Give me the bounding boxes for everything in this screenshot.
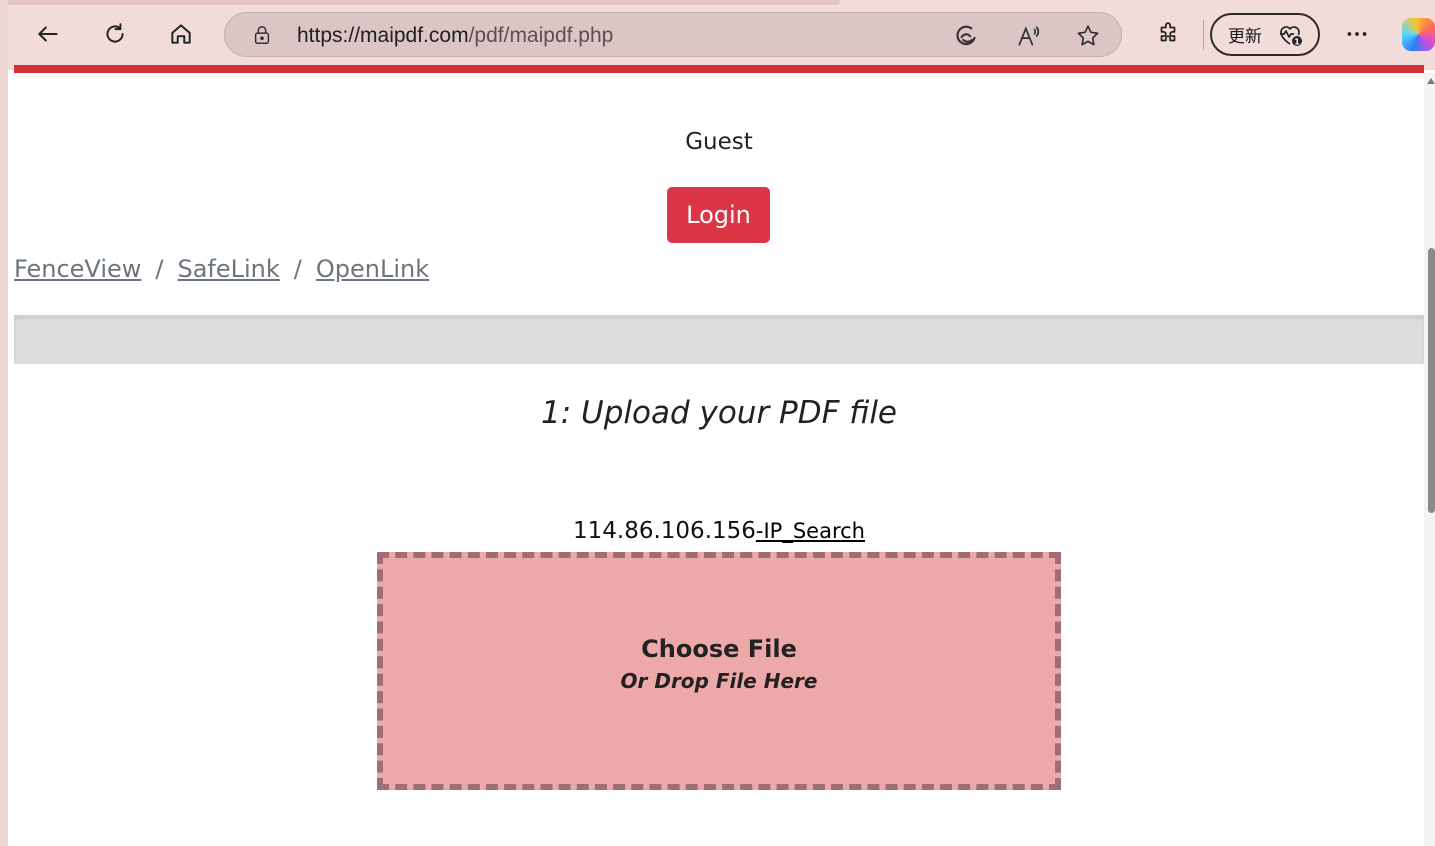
heart-monitor-icon: 1 <box>1280 25 1302 46</box>
scroll-up-arrow-icon[interactable] <box>1427 78 1435 84</box>
ip-search-link[interactable]: -IP_Search <box>756 519 865 543</box>
breadcrumb-separator: / <box>293 255 302 283</box>
copilot-icon[interactable] <box>1402 18 1435 51</box>
drop-file-hint: Or Drop File Here <box>620 669 818 693</box>
step-title: 1: Upload your PDF file <box>540 395 897 431</box>
edge-icon[interactable] <box>953 23 979 49</box>
file-dropzone[interactable]: Choose File Or Drop File Here <box>377 552 1061 790</box>
breadcrumb: FenceView / SafeLink / OpenLink <box>14 255 429 283</box>
login-button[interactable]: Login <box>667 187 770 243</box>
breadcrumb-openlink[interactable]: OpenLink <box>316 255 429 283</box>
site-header-bar <box>14 65 1424 73</box>
extensions-button[interactable] <box>1148 14 1188 54</box>
back-arrow-icon <box>38 26 58 42</box>
address-bar[interactable]: https://maipdf.com/pdf/maipdf.php <box>224 12 1122 57</box>
breadcrumb-safelink[interactable]: SafeLink <box>177 255 279 283</box>
choose-file-label: Choose File <box>641 635 797 663</box>
ip-address: 114.86.106.156 <box>573 518 756 544</box>
ip-line: 114.86.106.156-IP_Search <box>14 518 1424 544</box>
user-label: Guest <box>685 129 753 155</box>
puzzle-icon <box>1160 22 1176 42</box>
star-icon[interactable] <box>1075 23 1101 49</box>
more-button[interactable] <box>1337 14 1377 54</box>
svg-text:1: 1 <box>1294 37 1300 46</box>
lock-icon[interactable] <box>251 24 273 46</box>
url-host: https://maipdf.com <box>297 24 469 47</box>
home-button[interactable] <box>161 14 201 54</box>
update-button[interactable]: 更新 1 <box>1210 13 1320 56</box>
toolbar-separator <box>1203 20 1204 50</box>
home-icon <box>171 24 191 44</box>
update-label: 更新 <box>1228 27 1262 47</box>
scrollbar-thumb[interactable] <box>1428 248 1435 513</box>
refresh-button[interactable] <box>95 14 135 54</box>
url-path: /pdf/maipdf.php <box>468 24 614 47</box>
page-content: Guest Login FenceView / SafeLink / OpenL… <box>14 73 1424 846</box>
more-dots-icon <box>1347 32 1367 36</box>
tab-strip-edge <box>0 0 840 5</box>
section-divider-band <box>14 315 1424 364</box>
back-button[interactable] <box>28 14 68 54</box>
breadcrumb-separator: / <box>155 255 164 283</box>
breadcrumb-fenceview[interactable]: FenceView <box>14 255 141 283</box>
refresh-icon <box>106 23 124 43</box>
url-text[interactable]: https://maipdf.com/pdf/maipdf.php <box>297 13 613 58</box>
window-edge <box>0 0 8 846</box>
read-aloud-icon[interactable] <box>1015 23 1041 49</box>
